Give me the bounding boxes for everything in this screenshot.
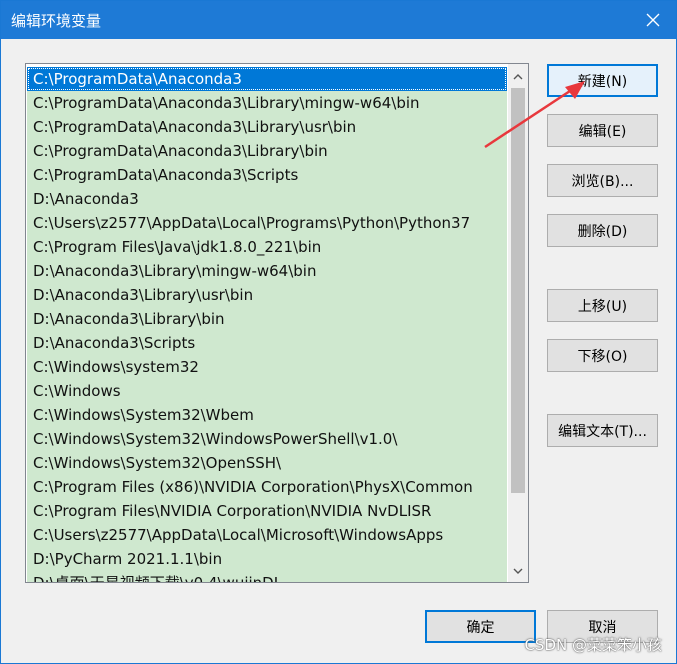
path-list[interactable]: C:\ProgramData\Anaconda3 C:\ProgramData\A…	[27, 67, 507, 582]
edit-button[interactable]: 编辑(E)	[547, 114, 658, 147]
path-list-item[interactable]: C:\ProgramData\Anaconda3	[27, 67, 507, 91]
path-list-item[interactable]: C:\Program Files (x86)\NVIDIA Corporatio…	[27, 475, 507, 499]
path-list-item[interactable]: C:\ProgramData\Anaconda3\Scripts	[27, 163, 507, 187]
move-up-button[interactable]: 上移(U)	[547, 289, 658, 322]
close-icon	[646, 13, 660, 27]
scroll-up-button[interactable]	[508, 68, 528, 86]
path-listbox[interactable]: C:\ProgramData\Anaconda3 C:\ProgramData\A…	[25, 63, 529, 583]
scroll-down-button[interactable]	[508, 562, 528, 580]
path-list-item[interactable]: C:\Users\z2577\AppData\Local\Programs\Py…	[27, 211, 507, 235]
path-list-item[interactable]: D:\Anaconda3\Library\mingw-w64\bin	[27, 259, 507, 283]
edit-text-button[interactable]: 编辑文本(T)...	[547, 414, 658, 447]
path-list-item[interactable]: D:\PyCharm 2021.1.1\bin	[27, 547, 507, 571]
scroll-thumb[interactable]	[511, 88, 525, 493]
edit-env-var-dialog: 编辑环境变量 C:\ProgramData\Anaconda3 C:\Progra…	[0, 0, 677, 664]
chevron-up-icon	[513, 74, 523, 80]
path-list-item[interactable]: C:\Windows\System32\Wbem	[27, 403, 507, 427]
path-list-item[interactable]: C:\Windows	[27, 379, 507, 403]
path-list-item[interactable]: C:\ProgramData\Anaconda3\Library\usr\bin	[27, 115, 507, 139]
move-down-button[interactable]: 下移(O)	[547, 339, 658, 372]
path-list-item[interactable]: C:\ProgramData\Anaconda3\Library\bin	[27, 139, 507, 163]
new-button[interactable]: 新建(N)	[547, 64, 658, 97]
path-list-item[interactable]: C:\Program Files\Java\jdk1.8.0_221\bin	[27, 235, 507, 259]
path-list-item[interactable]: D:\桌面\天星视频下载\v0.4\wuijnDL	[27, 571, 507, 582]
watermark: CSDN @菜菜笨小孩	[524, 636, 662, 654]
delete-button[interactable]: 删除(D)	[547, 214, 658, 247]
path-list-item[interactable]: D:\Anaconda3\Library\bin	[27, 307, 507, 331]
path-list-item[interactable]: D:\Anaconda3\Library\usr\bin	[27, 283, 507, 307]
vertical-scrollbar[interactable]	[508, 64, 528, 582]
ok-button[interactable]: 确定	[425, 610, 536, 643]
window-title: 编辑环境变量	[11, 12, 102, 30]
path-list-item[interactable]: D:\Anaconda3	[27, 187, 507, 211]
path-list-item[interactable]: C:\ProgramData\Anaconda3\Library\mingw-w…	[27, 91, 507, 115]
path-list-item[interactable]: C:\Windows\System32\OpenSSH\	[27, 451, 507, 475]
browse-button[interactable]: 浏览(B)...	[547, 164, 658, 197]
chevron-down-icon	[513, 568, 523, 574]
path-list-item[interactable]: D:\Anaconda3\Scripts	[27, 331, 507, 355]
title-bar[interactable]: 编辑环境变量	[1, 1, 676, 39]
path-list-item[interactable]: C:\Users\z2577\AppData\Local\Microsoft\W…	[27, 523, 507, 547]
path-list-item[interactable]: C:\Program Files\NVIDIA Corporation\NVID…	[27, 499, 507, 523]
path-list-item[interactable]: C:\Windows\system32	[27, 355, 507, 379]
close-button[interactable]	[630, 1, 676, 39]
path-list-item[interactable]: C:\Windows\System32\WindowsPowerShell\v1…	[27, 427, 507, 451]
